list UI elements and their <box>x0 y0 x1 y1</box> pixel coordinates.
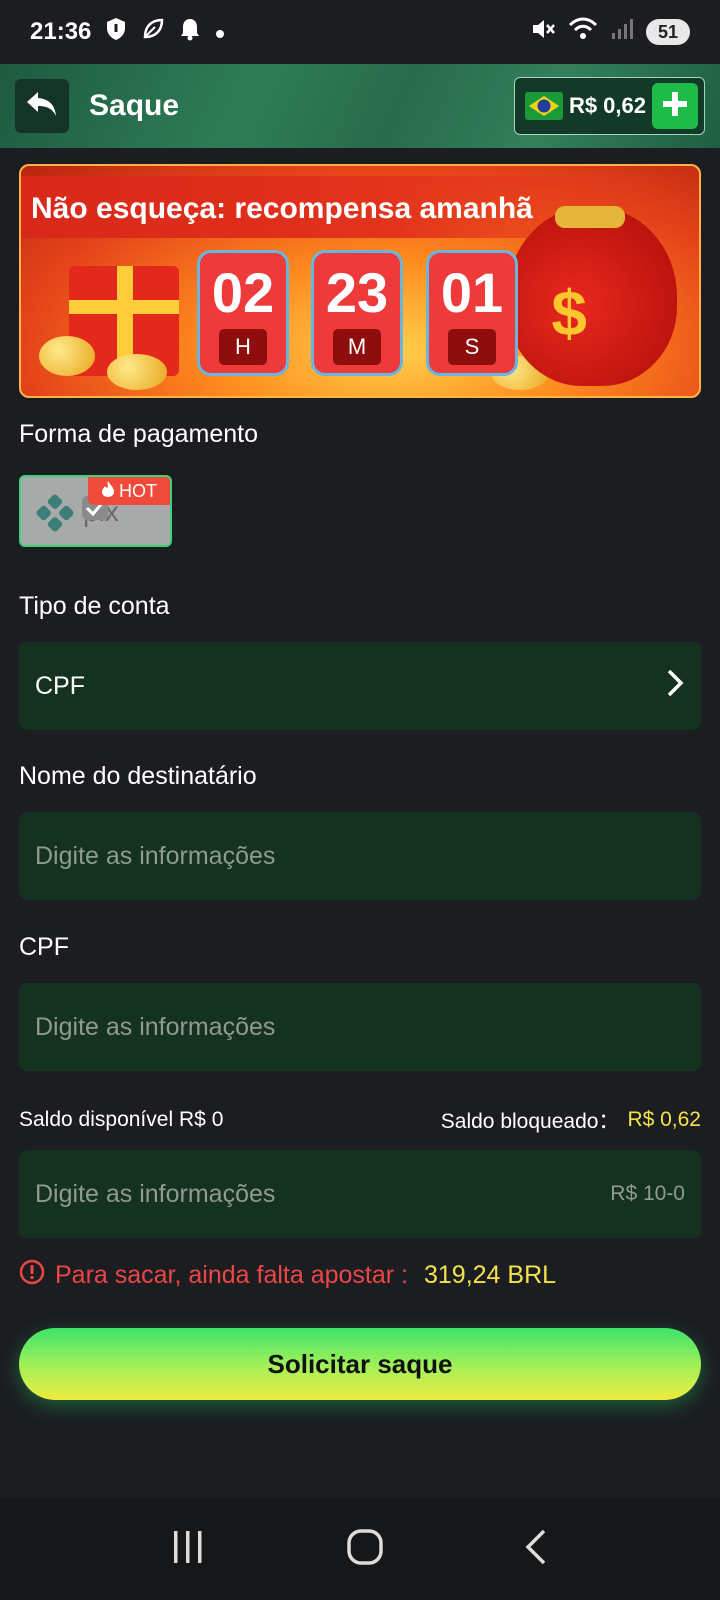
deposit-button[interactable] <box>652 83 698 129</box>
mute-icon <box>530 16 556 49</box>
cpf-input[interactable]: Digite as informações <box>19 983 701 1071</box>
money-bag-image <box>507 206 677 386</box>
alert-circle-icon <box>19 1259 45 1292</box>
warning-text: Para sacar, ainda falta apostar : <box>55 1261 408 1289</box>
hot-badge: HOT <box>88 477 170 505</box>
system-nav-bar <box>0 1498 720 1600</box>
withdraw-amount-placeholder: Digite as informações <box>35 1179 276 1208</box>
timer-hours-unit: H <box>219 329 267 365</box>
timer-minutes-value: 23 <box>325 261 389 324</box>
recent-apps-icon[interactable] <box>168 1529 208 1570</box>
pix-payment-option[interactable]: pix HOT <box>19 475 172 547</box>
timer-minutes: 23 M <box>311 250 403 376</box>
cpf-placeholder: Digite as informações <box>35 1012 276 1041</box>
banner-title: Não esqueça: recompensa amanhã <box>31 192 533 225</box>
plus-icon <box>660 89 690 124</box>
back-button[interactable] <box>15 79 69 133</box>
back-arrow-icon <box>24 88 60 125</box>
account-type-select[interactable]: CPF <box>19 642 701 730</box>
payment-method-label: Forma de pagamento <box>19 420 259 448</box>
wager-warning: Para sacar, ainda falta apostar : 319,24… <box>19 1259 556 1292</box>
timer-seconds: 01 S <box>426 250 518 376</box>
battery-indicator: 51 <box>645 19 690 45</box>
status-bar: 21:36 51 <box>0 0 720 64</box>
status-time: 21:36 <box>30 18 92 45</box>
brazil-flag-icon <box>524 88 563 124</box>
balance-widget[interactable]: R$ 0,62 <box>513 77 705 135</box>
account-type-value: CPF <box>35 671 85 700</box>
timer-minutes-unit: M <box>333 329 381 365</box>
coin-image <box>107 354 167 390</box>
available-balance-label: Saldo disponível R$ <box>19 1108 206 1131</box>
flame-icon <box>101 480 115 503</box>
timer-hours-value: 02 <box>211 261 275 324</box>
recipient-name-placeholder: Digite as informações <box>35 841 276 870</box>
bell-icon <box>179 17 201 48</box>
signal-icon <box>610 17 634 48</box>
app-header: Saque R$ 0,62 <box>0 64 720 148</box>
coin-image <box>39 336 95 376</box>
dot-icon <box>215 18 225 46</box>
withdraw-amount-input[interactable]: Digite as informações R$ 10-0 <box>19 1150 701 1238</box>
hot-badge-label: HOT <box>119 480 157 501</box>
withdraw-amount-range: R$ 10-0 <box>610 1182 685 1205</box>
home-icon[interactable] <box>345 1527 385 1572</box>
available-balance-value: 0 <box>211 1108 224 1131</box>
timer-seconds-value: 01 <box>440 261 504 324</box>
leaf-icon <box>141 17 165 48</box>
warning-amount: 319,24 BRL <box>424 1261 557 1289</box>
cpf-label: CPF <box>19 933 69 961</box>
timer-seconds-unit: S <box>448 329 496 365</box>
back-nav-icon[interactable] <box>522 1527 552 1572</box>
page-title: Saque <box>89 89 180 122</box>
recipient-name-label: Nome do destinatário <box>19 762 257 790</box>
wifi-icon <box>568 16 598 49</box>
chevron-right-icon <box>665 667 685 706</box>
account-type-label: Tipo de conta <box>19 592 170 620</box>
recipient-name-input[interactable]: Digite as informações <box>19 812 701 900</box>
balance-info-row: Saldo disponível R$ 0 Saldo bloqueado： R… <box>19 1105 701 1135</box>
request-withdraw-button[interactable]: Solicitar saque <box>19 1328 701 1400</box>
dollar-icon: $ <box>551 277 587 349</box>
balance-amount: R$ 0,62 <box>568 93 646 118</box>
blocked-balance-label: Saldo bloqueado： <box>440 1110 620 1133</box>
shield-icon <box>105 17 127 48</box>
blocked-balance-value: R$ 0,62 <box>627 1108 701 1131</box>
timer-hours: 02 H <box>197 250 289 376</box>
